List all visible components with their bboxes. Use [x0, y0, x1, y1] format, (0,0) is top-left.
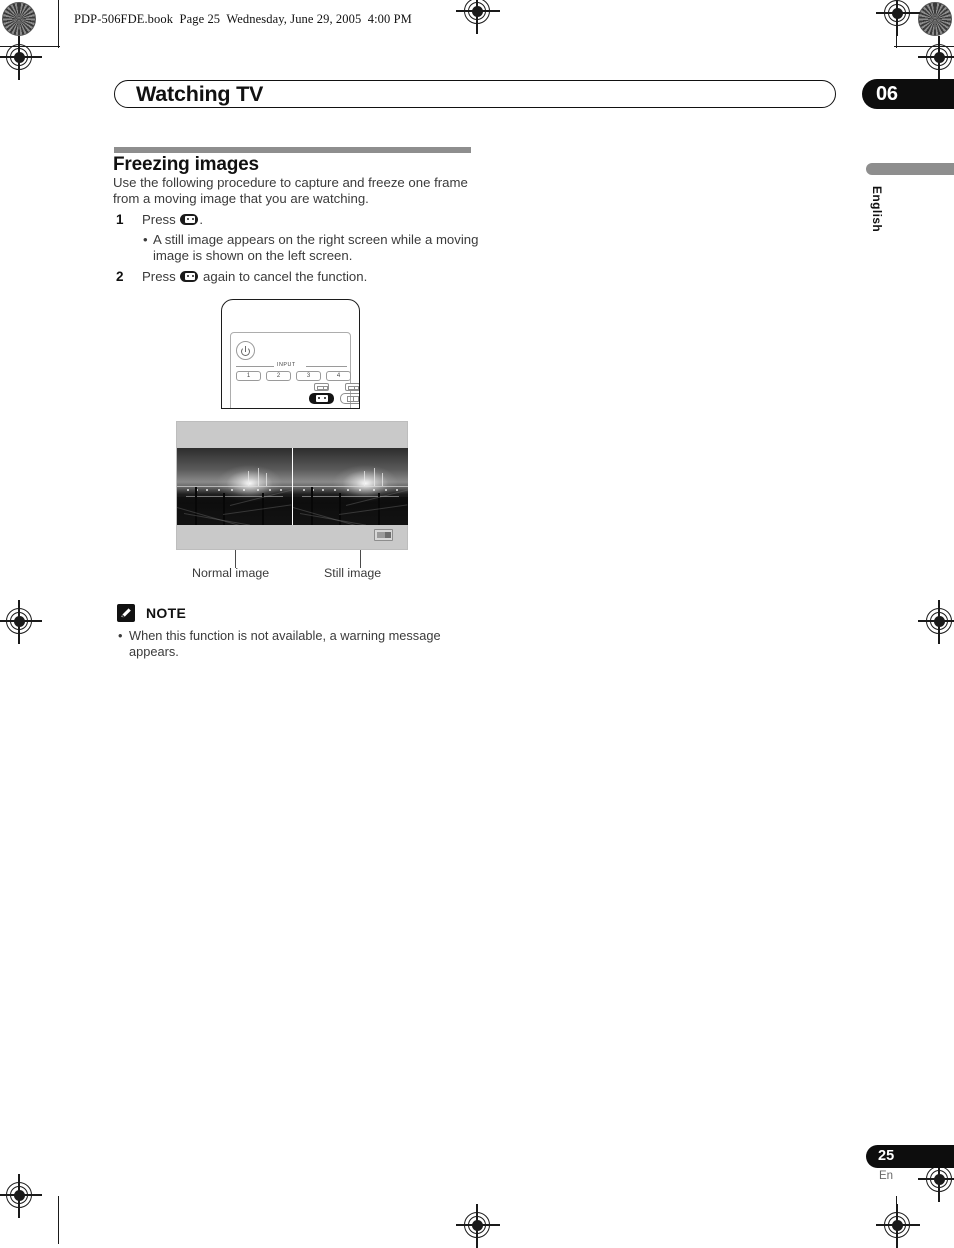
color-calibration-wheel-top-left — [2, 2, 36, 36]
tv-split-divider — [292, 448, 293, 525]
registration-mark-bottom-left — [0, 1174, 42, 1218]
split-screen-indicator-icon — [374, 529, 393, 541]
remote-control-illustration: INPUT 1 2 3 4 — [221, 299, 360, 409]
registration-mark-top-center — [456, 0, 500, 34]
step-2-text-after: again to cancel the function. — [199, 269, 368, 284]
section-rule — [114, 147, 471, 153]
language-tab-bar — [866, 163, 954, 175]
registration-mark-top-left — [0, 36, 42, 80]
step-1-bullet-text: A still image appears on the right scree… — [153, 232, 479, 264]
tv-left-pane-normal-image — [177, 448, 292, 525]
page-language-code: En — [879, 1170, 894, 1182]
tv-screen-illustration — [176, 421, 408, 550]
caption-still-image: Still image — [324, 566, 382, 580]
registration-mark-mid-left — [0, 600, 42, 644]
step-2-text-before: Press — [142, 269, 180, 284]
remote-number-button-2: 2 — [266, 371, 291, 381]
page-number-label: 25 — [878, 1148, 895, 1164]
file-stamp: PDP-506FDE.book Page 25 Wednesday, June … — [74, 12, 412, 26]
freeze-button-icon — [180, 214, 199, 225]
page-number-badge: 25 — [866, 1145, 954, 1168]
note-bullet-marker: • — [118, 628, 123, 643]
color-calibration-wheel-top-right — [918, 2, 952, 36]
step-1-text-before: Press — [142, 212, 180, 227]
page-title: Watching TV — [136, 82, 264, 106]
step-2-text: Press again to cancel the function. — [142, 269, 367, 285]
chapter-number-label: 06 — [876, 83, 898, 105]
input-rule-right — [306, 366, 347, 367]
input-rule-left — [236, 366, 274, 367]
step-1-text-after: . — [199, 212, 204, 227]
remote-number-button-3: 3 — [296, 371, 321, 381]
language-tab-label: English — [870, 186, 884, 233]
manual-page: PDP-506FDE.book Page 25 Wednesday, June … — [0, 0, 954, 1248]
tv-right-pane-still-image — [293, 448, 408, 525]
registration-mark-top-right — [876, 0, 920, 36]
note-title: NOTE — [146, 605, 187, 621]
split-screen-mode-icon — [314, 383, 329, 391]
remote-freeze-button — [309, 393, 334, 404]
registration-mark-bottom-center — [456, 1204, 500, 1248]
step-1-text: Press . — [142, 212, 203, 228]
remote-input-label: INPUT — [277, 362, 296, 368]
step-2-number: 2 — [116, 269, 124, 284]
screen-size-mode-icon — [345, 383, 359, 391]
harbor-sunset-scene — [177, 448, 292, 525]
remote-number-button-4: 4 — [326, 371, 351, 381]
power-icon — [236, 341, 255, 360]
harbor-sunset-scene-frozen — [293, 448, 408, 525]
crop-mark-bottom-left-v — [58, 1196, 60, 1244]
freeze-button-icon — [180, 271, 199, 282]
chapter-number-badge: 06 — [862, 79, 954, 109]
step-1-number: 1 — [116, 212, 124, 227]
registration-mark-lower-right-inner — [918, 1158, 954, 1202]
step-1-bullet-marker: • — [143, 232, 148, 247]
note-item-text: When this function is not available, a w… — [129, 628, 441, 659]
registration-mark-upper-right-inner — [918, 36, 954, 80]
remote-number-button-1: 1 — [236, 371, 261, 381]
section-heading: Freezing images — [113, 154, 259, 175]
registration-mark-bottom-right — [876, 1204, 920, 1248]
registration-mark-mid-right — [918, 600, 954, 644]
remote-screen-size-button — [340, 393, 359, 404]
caption-normal-image: Normal image — [192, 566, 270, 580]
section-intro: Use the following procedure to capture a… — [113, 175, 468, 207]
crop-mark-top-left-v — [58, 0, 60, 48]
pencil-note-icon — [117, 604, 135, 622]
